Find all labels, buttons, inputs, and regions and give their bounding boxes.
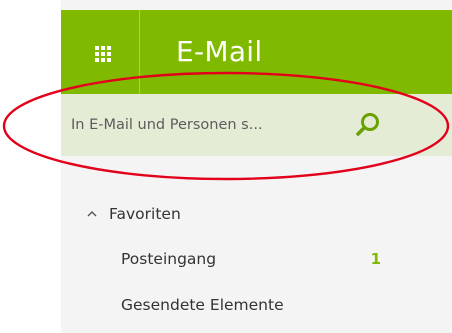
- search-box: [61, 94, 452, 156]
- search-input[interactable]: [71, 113, 341, 137]
- folder-item-sent-items[interactable]: Gesendete Elemente: [121, 292, 381, 318]
- header-divider: [139, 10, 140, 94]
- folder-item-label: Gesendete Elemente: [121, 296, 284, 314]
- search-button[interactable]: [353, 110, 383, 140]
- app-header: E-Mail: [61, 10, 452, 94]
- app-launcher-button[interactable]: [61, 10, 139, 94]
- favorites-group-toggle[interactable]: Favoriten: [85, 202, 181, 226]
- mail-navigation-panel: E-Mail Favoriten Posteingang 1: [61, 0, 452, 333]
- folder-item-inbox[interactable]: Posteingang 1: [121, 246, 381, 272]
- app-title: E-Mail: [176, 35, 263, 68]
- search-magnifier-icon: [356, 113, 379, 136]
- folder-item-label: Posteingang: [121, 250, 217, 268]
- waffle-grid-icon: [95, 46, 111, 62]
- favorites-group-label: Favoriten: [109, 205, 181, 223]
- unread-count-badge: 1: [370, 250, 381, 268]
- chevron-up-icon: [87, 211, 97, 217]
- screenshot-stage: E-Mail Favoriten Posteingang 1: [0, 0, 452, 333]
